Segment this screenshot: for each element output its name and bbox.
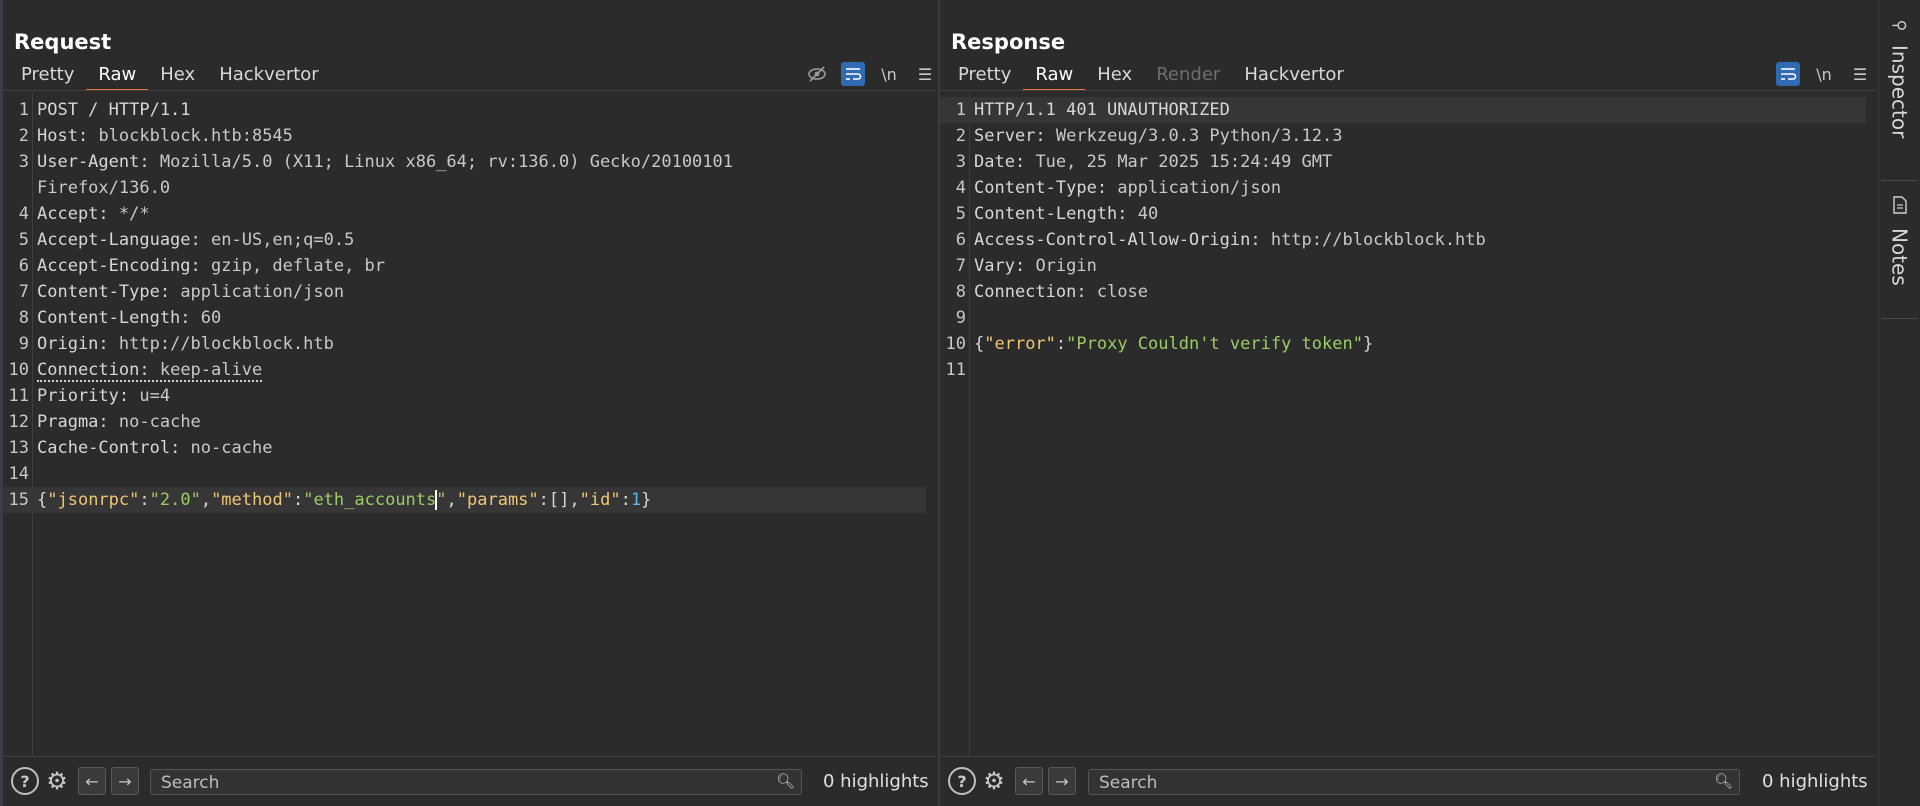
- response-search-field[interactable]: 🔍︎: [1088, 769, 1740, 796]
- request-line: 3 User-Agent: Mozilla/5.0 (X11; Linux x86…: [18, 152, 744, 198]
- sidebar-tab-inspector[interactable]: ⚲ Inspector: [1879, 16, 1920, 139]
- request-toolbar: \n ☰: [805, 62, 937, 86]
- response-title: Response: [951, 30, 1066, 54]
- right-sidebar: ⚲ Inspector Notes: [1878, 0, 1920, 806]
- request-pane: Request Pretty Raw Hex Hackvertor \n ☰ 1…: [0, 0, 936, 806]
- response-tab-hex[interactable]: Hex: [1085, 61, 1144, 91]
- arrow-left-icon[interactable]: ←: [78, 767, 106, 795]
- request-tab-raw[interactable]: Raw: [86, 61, 149, 91]
- sidebar-divider: [1881, 318, 1918, 319]
- response-editor[interactable]: 1 HTTP/1.1 401 UNAUTHORIZED 2 Server: Werk…: [940, 92, 1876, 757]
- response-tabs: Pretty Raw Hex Render Hackvertor: [946, 61, 1356, 91]
- inspector-icon: ⚲: [1890, 19, 1909, 32]
- request-line: 5 Accept-Language: en-US,en;q=0.5: [18, 230, 355, 250]
- request-lines: 1 POST / HTTP/1.1 2 Host: blockblock.htb:8…: [3, 97, 926, 513]
- response-tabs-divider: [940, 90, 1876, 91]
- response-body-line: 10 {"error":"Proxy Couldn't verify token"…: [945, 334, 1374, 354]
- notes-icon: [1892, 196, 1908, 218]
- help-icon[interactable]: ?: [948, 767, 976, 795]
- response-line: 2 Server: Werkzeug/3.0.3 Python/3.12.3: [955, 126, 1343, 146]
- request-tab-pretty[interactable]: Pretty: [9, 61, 86, 91]
- request-tab-hex[interactable]: Hex: [148, 61, 207, 91]
- sidebar-tab-notes[interactable]: Notes: [1879, 196, 1920, 286]
- response-line: 3 Date: Tue, 25 Mar 2025 15:24:49 GMT: [955, 152, 1333, 172]
- request-search-bar: ? ⚙ ← → 🔍︎ 0 highlights: [3, 756, 936, 806]
- connection-header-flagged[interactable]: Connection: keep-alive: [37, 360, 263, 382]
- request-line: 4 Accept: */*: [18, 204, 150, 224]
- response-line: 1 HTTP/1.1 401 UNAUTHORIZED: [940, 97, 1866, 123]
- sidebar-notes-label: Notes: [1887, 228, 1912, 286]
- response-line: 5 Content-Length: 40: [955, 204, 1159, 224]
- newline-toggle-icon[interactable]: \n: [1812, 62, 1836, 86]
- request-line: 11 Priority: u=4: [8, 386, 171, 406]
- response-search-bar: ? ⚙ ← → 🔍︎ 0 highlights: [940, 756, 1876, 806]
- help-icon[interactable]: ?: [11, 767, 39, 795]
- gear-icon[interactable]: ⚙: [43, 767, 71, 795]
- request-line: 1 POST / HTTP/1.1: [18, 100, 191, 120]
- response-pane: Response Pretty Raw Hex Render Hackverto…: [938, 0, 1876, 806]
- response-tab-raw[interactable]: Raw: [1023, 61, 1086, 91]
- response-search-input[interactable]: [1097, 770, 1621, 796]
- sidebar-divider: [1881, 180, 1918, 181]
- request-line: 6 Accept-Encoding: gzip, deflate, br: [18, 256, 386, 276]
- request-search-input[interactable]: [159, 770, 683, 796]
- request-tabs-divider: [3, 90, 936, 91]
- response-lines: 1 HTTP/1.1 401 UNAUTHORIZED 2 Server: Werk…: [940, 97, 1866, 383]
- response-tab-hackvertor[interactable]: Hackvertor: [1232, 61, 1355, 91]
- hamburger-menu-icon[interactable]: ☰: [913, 62, 937, 86]
- request-line: 14: [8, 464, 29, 484]
- request-line: 10 Connection: keep-alive: [8, 360, 263, 382]
- request-tab-hackvertor[interactable]: Hackvertor: [207, 61, 330, 91]
- search-icon: 🔍︎: [775, 772, 795, 790]
- response-line: 11: [945, 360, 966, 380]
- request-line: 12 Pragma: no-cache: [8, 412, 201, 432]
- arrow-right-icon[interactable]: →: [1048, 767, 1076, 795]
- response-toolbar: \n ☰: [1776, 62, 1872, 86]
- response-line: 8 Connection: close: [955, 282, 1149, 302]
- wrap-lines-icon[interactable]: [1776, 62, 1800, 86]
- request-editor[interactable]: 1 POST / HTTP/1.1 2 Host: blockblock.htb:8…: [3, 92, 936, 757]
- request-highlights-count: 0 highlights: [823, 771, 929, 792]
- request-line: 2 Host: blockblock.htb:8545: [18, 126, 293, 146]
- newline-toggle-icon[interactable]: \n: [877, 62, 901, 86]
- search-icon: 🔍︎: [1713, 772, 1733, 790]
- response-line: 4 Content-Type: application/json: [955, 178, 1282, 198]
- response-line: 9: [955, 308, 966, 328]
- arrow-right-icon[interactable]: →: [111, 767, 139, 795]
- request-body-line: 15 {"jsonrpc":"2.0","method":"eth_account…: [3, 487, 926, 513]
- wrap-lines-icon[interactable]: [841, 62, 865, 86]
- sidebar-inspector-label: Inspector: [1887, 45, 1912, 139]
- request-line: 9 Origin: http://blockblock.htb: [18, 334, 334, 354]
- response-line: 6 Access-Control-Allow-Origin: http://blo…: [955, 230, 1486, 250]
- gear-icon[interactable]: ⚙: [980, 767, 1008, 795]
- response-tab-pretty[interactable]: Pretty: [946, 61, 1023, 91]
- response-line: 7 Vary: Origin: [955, 256, 1097, 276]
- response-tab-render[interactable]: Render: [1144, 61, 1232, 91]
- eye-slash-icon[interactable]: [805, 62, 829, 86]
- request-title: Request: [14, 30, 112, 54]
- request-tabs: Pretty Raw Hex Hackvertor: [9, 61, 331, 91]
- arrow-left-icon[interactable]: ←: [1015, 767, 1043, 795]
- request-line: 13 Cache-Control: no-cache: [8, 438, 273, 458]
- request-line: 8 Content-Length: 60: [18, 308, 222, 328]
- hamburger-menu-icon[interactable]: ☰: [1848, 62, 1872, 86]
- response-highlights-count: 0 highlights: [1762, 771, 1868, 792]
- request-line: 7 Content-Type: application/json: [18, 282, 345, 302]
- request-search-field[interactable]: 🔍︎: [150, 769, 802, 796]
